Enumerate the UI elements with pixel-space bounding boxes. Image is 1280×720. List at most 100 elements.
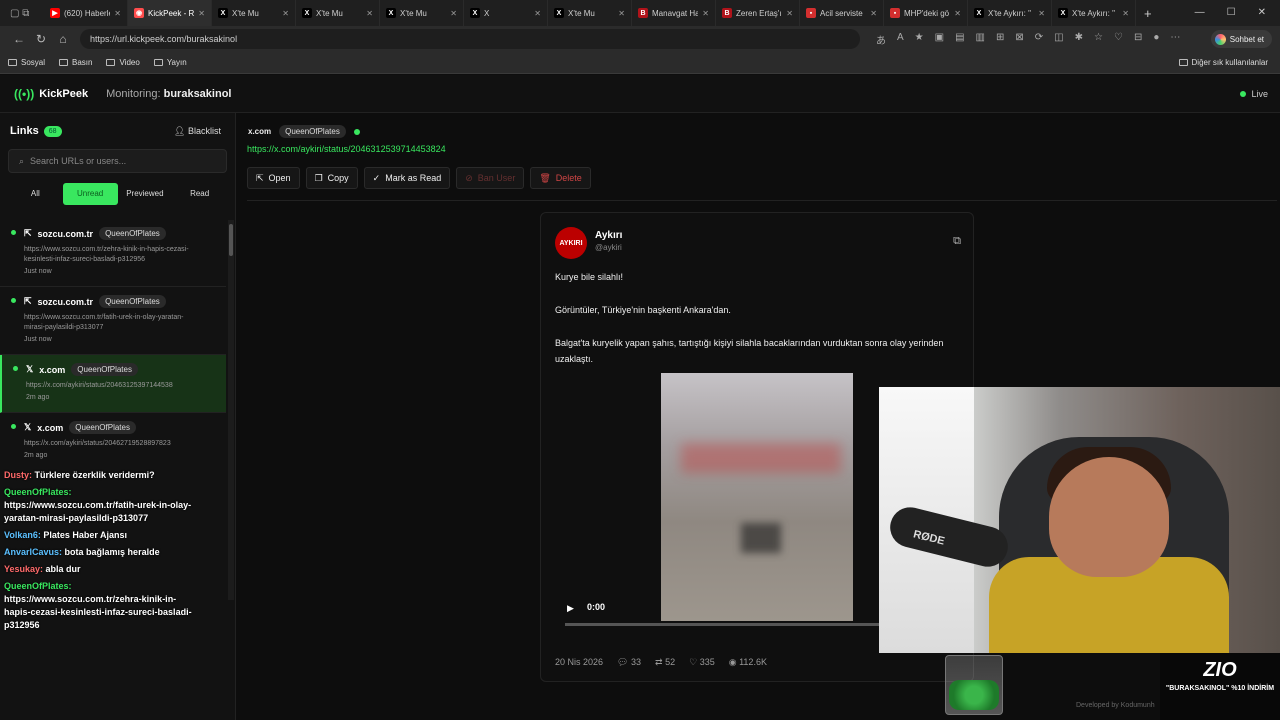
other-favorites[interactable]: Diğer sık kullanılanlar xyxy=(1178,58,1268,67)
filter-unread[interactable]: Unread xyxy=(62,183,118,205)
tweet-paragraph: Kurye bile silahlı! xyxy=(555,272,624,282)
browser-tab[interactable]: X X ✕ xyxy=(464,0,548,26)
url-field[interactable]: https://url.kickpeek.com/buraksakinol xyxy=(80,29,860,49)
tab-close-icon[interactable]: ✕ xyxy=(1038,9,1045,18)
ban-user-button[interactable]: ⊘ Ban User xyxy=(456,167,525,189)
tab-close-icon[interactable]: ✕ xyxy=(534,9,541,18)
link-item-selected[interactable]: 𝕏x.com QueenOfPlates https://x.com/aykiri… xyxy=(0,355,226,413)
browser-tab[interactable]: X X'te Aykırı: " ✕ xyxy=(968,0,1052,26)
tab-close-icon[interactable]: ✕ xyxy=(450,9,457,18)
tab-actions-icon[interactable]: ▢ ⧉ xyxy=(0,8,44,19)
browser-tab[interactable]: B Zeren Ertaş'ı ✕ xyxy=(716,0,800,26)
tab-title: X'te Aykırı: " xyxy=(988,8,1031,18)
delete-button[interactable]: 🗑︎ Delete xyxy=(530,167,591,189)
external-link-icon: ⇱ xyxy=(256,172,264,183)
tab-close-icon[interactable]: ✕ xyxy=(114,9,121,18)
maximize-icon[interactable]: ☐ xyxy=(1227,7,1236,18)
sidebar-scrollbar[interactable] xyxy=(228,220,234,600)
extension-icon[interactable]: ⊞ xyxy=(996,32,1004,47)
preview-link[interactable]: https://x.com/aykiri/status/204631253971… xyxy=(247,144,446,154)
split-screen-icon[interactable]: ◫ xyxy=(1054,32,1063,47)
retweet-count[interactable]: ⇄ 52 xyxy=(655,657,675,668)
tab-close-icon[interactable]: ✕ xyxy=(618,9,625,18)
tab-favicon: B xyxy=(722,8,732,18)
browser-tab[interactable]: B Manavgat Ha ✕ xyxy=(632,0,716,26)
search-input[interactable]: ⌕ Search URLs or users... xyxy=(8,149,227,173)
browser-tab[interactable]: X X'te ⁨Mu⁩ ✕ xyxy=(212,0,296,26)
collections-icon[interactable]: ⊟ xyxy=(1134,32,1142,47)
video-progress[interactable] xyxy=(565,623,885,626)
refresh-icon[interactable]: ↻ xyxy=(30,32,52,46)
more-icon[interactable]: ⋯ xyxy=(1170,32,1180,47)
back-icon[interactable]: ← xyxy=(8,32,30,46)
like-count[interactable]: ♡ 335 xyxy=(689,657,715,668)
browser-tab[interactable]: ◉ KickPeek - R ✕ xyxy=(128,0,212,26)
extension-icon[interactable]: ⊠ xyxy=(1015,32,1023,47)
profile-avatar[interactable]: ● xyxy=(1153,32,1159,47)
browser-tab[interactable]: ▶ (620) Haberler ✕ xyxy=(44,0,128,26)
close-icon[interactable]: ✕ xyxy=(1258,7,1266,18)
tab-close-icon[interactable]: ✕ xyxy=(786,9,793,18)
open-label: Open xyxy=(268,173,291,183)
copilot-chat-button[interactable]: Sohbet et xyxy=(1210,30,1272,48)
tab-favicon: ▪ xyxy=(806,8,816,18)
reply-count[interactable]: 💬︎ 33 xyxy=(617,657,641,668)
action-bar: ⇱ Open ❐ Copy ✓ Mark as Read ⊘ Ban User 🗑︎ De… xyxy=(247,167,591,189)
avatar[interactable]: AYKIRI xyxy=(555,227,587,259)
minimize-icon[interactable]: — xyxy=(1195,7,1205,18)
browser-tab[interactable]: X X'te ⁨Mu⁩ ✕ xyxy=(380,0,464,26)
scrollbar-thumb[interactable] xyxy=(229,224,233,256)
tab-close-icon[interactable]: ✕ xyxy=(870,9,877,18)
favorite-star-icon[interactable]: ★ xyxy=(915,32,924,47)
copy-button[interactable]: ❐ Copy xyxy=(305,167,358,189)
extensions-icon[interactable]: ✱ xyxy=(1075,32,1083,47)
extension-icon[interactable]: ▤ xyxy=(955,32,964,47)
read-aloud-icon[interactable]: A xyxy=(897,32,904,47)
browser-tab[interactable]: X X'te ⁨Mu⁩ ✕ xyxy=(296,0,380,26)
bookmark-folder[interactable]: Sosyal xyxy=(8,58,45,67)
tab-close-icon[interactable]: ✕ xyxy=(702,9,709,18)
unread-dot xyxy=(11,424,16,429)
chat-user: QueenOfPlates: xyxy=(4,487,72,497)
mark-as-read-button[interactable]: ✓ Mark as Read xyxy=(363,167,451,189)
favorites-icon[interactable]: ☆ xyxy=(1094,32,1103,47)
sidebar-header: Links 68 👤︎ Blacklist xyxy=(0,113,235,149)
browser-tab[interactable]: X X'te ⁨Mu⁩ ✕ xyxy=(548,0,632,26)
browser-tab[interactable]: X X'te Aykırı: " ✕ xyxy=(1052,0,1136,26)
heart-icon[interactable]: ♡ xyxy=(1114,32,1123,47)
filter-previewed[interactable]: Previewed xyxy=(118,183,173,205)
tab-close-icon[interactable]: ✕ xyxy=(954,9,961,18)
browser-tab[interactable]: ▪ Acil serviste ✕ xyxy=(800,0,884,26)
extension-icon[interactable]: ▥ xyxy=(976,32,985,47)
bookmark-folder[interactable]: Yayın xyxy=(153,58,187,67)
x-logo-icon: 𝕏 xyxy=(24,422,32,432)
home-icon[interactable]: ⌂ xyxy=(52,32,74,46)
bookmark-folder[interactable]: Video xyxy=(106,58,140,67)
tab-close-icon[interactable]: ✕ xyxy=(282,9,289,18)
link-item[interactable]: 𝕏x.com QueenOfPlates https://x.com/aykiri… xyxy=(0,413,226,469)
extension-icon[interactable]: ▣ xyxy=(935,32,944,47)
open-button[interactable]: ⇱ Open xyxy=(247,167,300,189)
live-indicator: Live xyxy=(1240,89,1268,99)
link-item[interactable]: ⇱ sozcu.com.tr QueenOfPlates https://www.s… xyxy=(0,287,226,355)
external-link-icon[interactable]: ⧉ xyxy=(953,235,961,248)
blacklist-button[interactable]: 👤︎ Blacklist xyxy=(174,126,221,137)
tab-title: MHP'deki gö xyxy=(904,8,950,18)
sponsor-logo: ZIO xyxy=(1203,659,1237,681)
tab-close-icon[interactable]: ✕ xyxy=(198,9,205,18)
translate-icon[interactable]: あ xyxy=(876,32,886,47)
new-tab-icon[interactable]: + xyxy=(1136,6,1152,21)
tweet-author-name[interactable]: Aykırı xyxy=(595,230,622,241)
filter-read[interactable]: Read xyxy=(172,183,227,205)
filter-all[interactable]: All xyxy=(8,183,63,205)
play-icon[interactable]: ▶ xyxy=(567,603,574,614)
tweet-video[interactable] xyxy=(661,373,853,621)
folder-icon xyxy=(8,59,17,66)
tab-close-icon[interactable]: ✕ xyxy=(1122,9,1129,18)
browser-tab[interactable]: ▪ MHP'deki gö ✕ xyxy=(884,0,968,26)
link-item[interactable]: ⇱ sozcu.com.tr QueenOfPlates https://www.s… xyxy=(0,219,226,287)
extension-icon[interactable]: ⟳ xyxy=(1035,32,1043,47)
bookmark-folder[interactable]: Basın xyxy=(59,58,92,67)
unread-dot xyxy=(11,298,16,303)
tab-close-icon[interactable]: ✕ xyxy=(366,9,373,18)
